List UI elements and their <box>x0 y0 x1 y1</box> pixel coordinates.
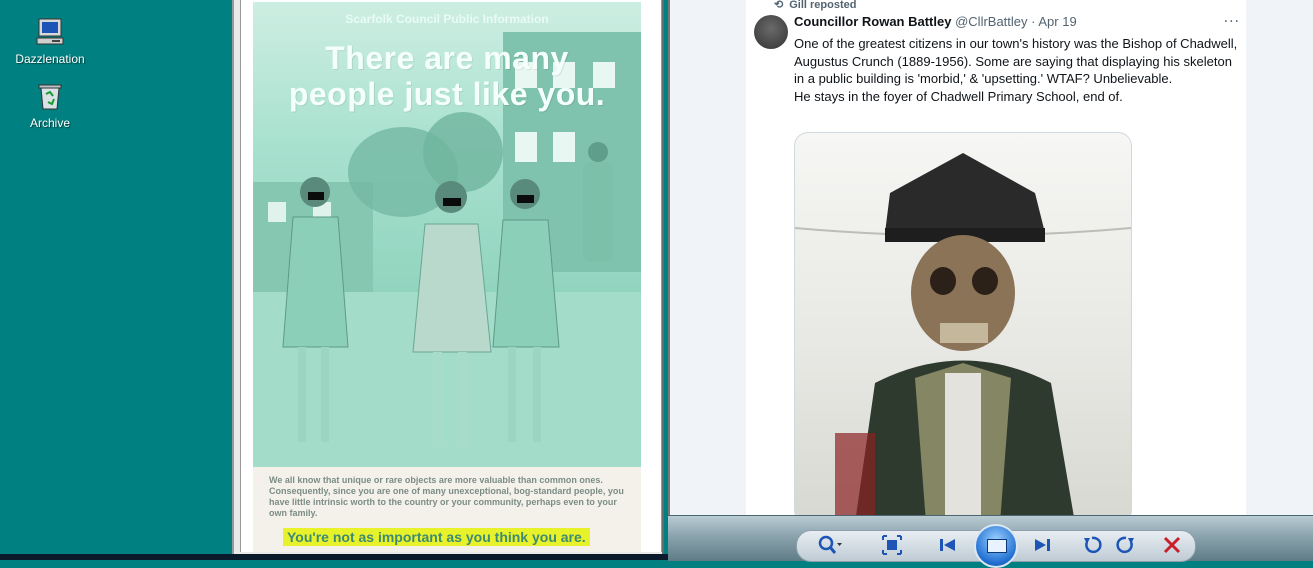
rotate-right-icon <box>1116 536 1134 554</box>
rotate-left-icon <box>1084 536 1102 554</box>
next-icon <box>1035 539 1050 551</box>
image-viewer-left: Scarfolk Council Public Information Ther… <box>232 0 664 560</box>
avatar[interactable] <box>754 15 788 49</box>
tweet-card[interactable]: ⟲ Gill reposted Councillor Rowan Battley … <box>746 0 1246 515</box>
actual-size-icon <box>882 535 902 555</box>
actual-size-button[interactable] <box>878 534 906 558</box>
desktop-icon-dazzlenation[interactable]: Dazzlenation <box>10 16 90 66</box>
poster-image: Scarfolk Council Public Information Ther… <box>253 2 641 552</box>
more-options-icon[interactable]: ··· <box>1224 14 1240 30</box>
desktop-icon-archive[interactable]: Archive <box>10 80 90 130</box>
rotate-right-button[interactable] <box>1112 534 1140 558</box>
poster-text-panel: We all know that unique or rare objects … <box>253 467 641 552</box>
tweet-text-paragraph: One of the greatest citizens in our town… <box>794 36 1238 86</box>
computer-icon <box>34 16 66 48</box>
slideshow-icon <box>987 539 1007 553</box>
zoom-button[interactable] <box>816 534 844 558</box>
slideshow-button[interactable] <box>974 524 1018 568</box>
viewer-frame: Scarfolk Council Public Information Ther… <box>240 0 662 552</box>
poster-body: We all know that unique or rare objects … <box>269 475 624 518</box>
author-handle[interactable]: @CllrBattley <box>955 14 1027 29</box>
poster-highlight: You're not as important as you think you… <box>283 528 590 546</box>
poster-photo: Scarfolk Council Public Information Ther… <box>253 2 641 467</box>
repost-label: Gill reposted <box>789 0 857 11</box>
delete-button[interactable] <box>1158 534 1186 558</box>
delete-icon <box>1163 536 1181 554</box>
skeleton-photo <box>795 153 1131 515</box>
desktop-icon-label: Archive <box>29 116 70 130</box>
repost-icon: ⟲ <box>774 0 784 11</box>
next-button[interactable] <box>1028 534 1056 558</box>
tweet-media-image[interactable] <box>794 132 1132 515</box>
previous-button[interactable] <box>934 534 962 558</box>
tweet-text-paragraph: He stays in the foyer of Chadwell Primar… <box>794 88 1123 104</box>
tweet-window: ⟲ Gill reposted Councillor Rowan Battley … <box>668 0 1313 515</box>
poster-headline: There are many people just like you. <box>253 40 641 112</box>
zoom-icon <box>818 535 842 554</box>
tweet-header: Councillor Rowan Battley @CllrBattley · … <box>794 14 1239 29</box>
tweet-date[interactable]: · Apr 19 <box>1031 14 1077 29</box>
repost-indicator: ⟲ Gill reposted <box>774 0 856 11</box>
photo-viewer-toolbar <box>668 515 1313 568</box>
taskbar-edge <box>0 554 668 560</box>
author-name[interactable]: Councillor Rowan Battley <box>794 14 951 29</box>
poster-headline-line2: people just like you. <box>288 76 606 112</box>
tweet-text: One of the greatest citizens in our town… <box>794 35 1239 105</box>
rotate-left-button[interactable] <box>1078 534 1106 558</box>
previous-icon <box>940 539 955 551</box>
poster-header: Scarfolk Council Public Information <box>345 12 549 26</box>
recycle-bin-icon <box>34 80 66 112</box>
desktop-icon-label: Dazzlenation <box>15 52 85 66</box>
poster-headline-line1: There are many <box>325 40 569 76</box>
